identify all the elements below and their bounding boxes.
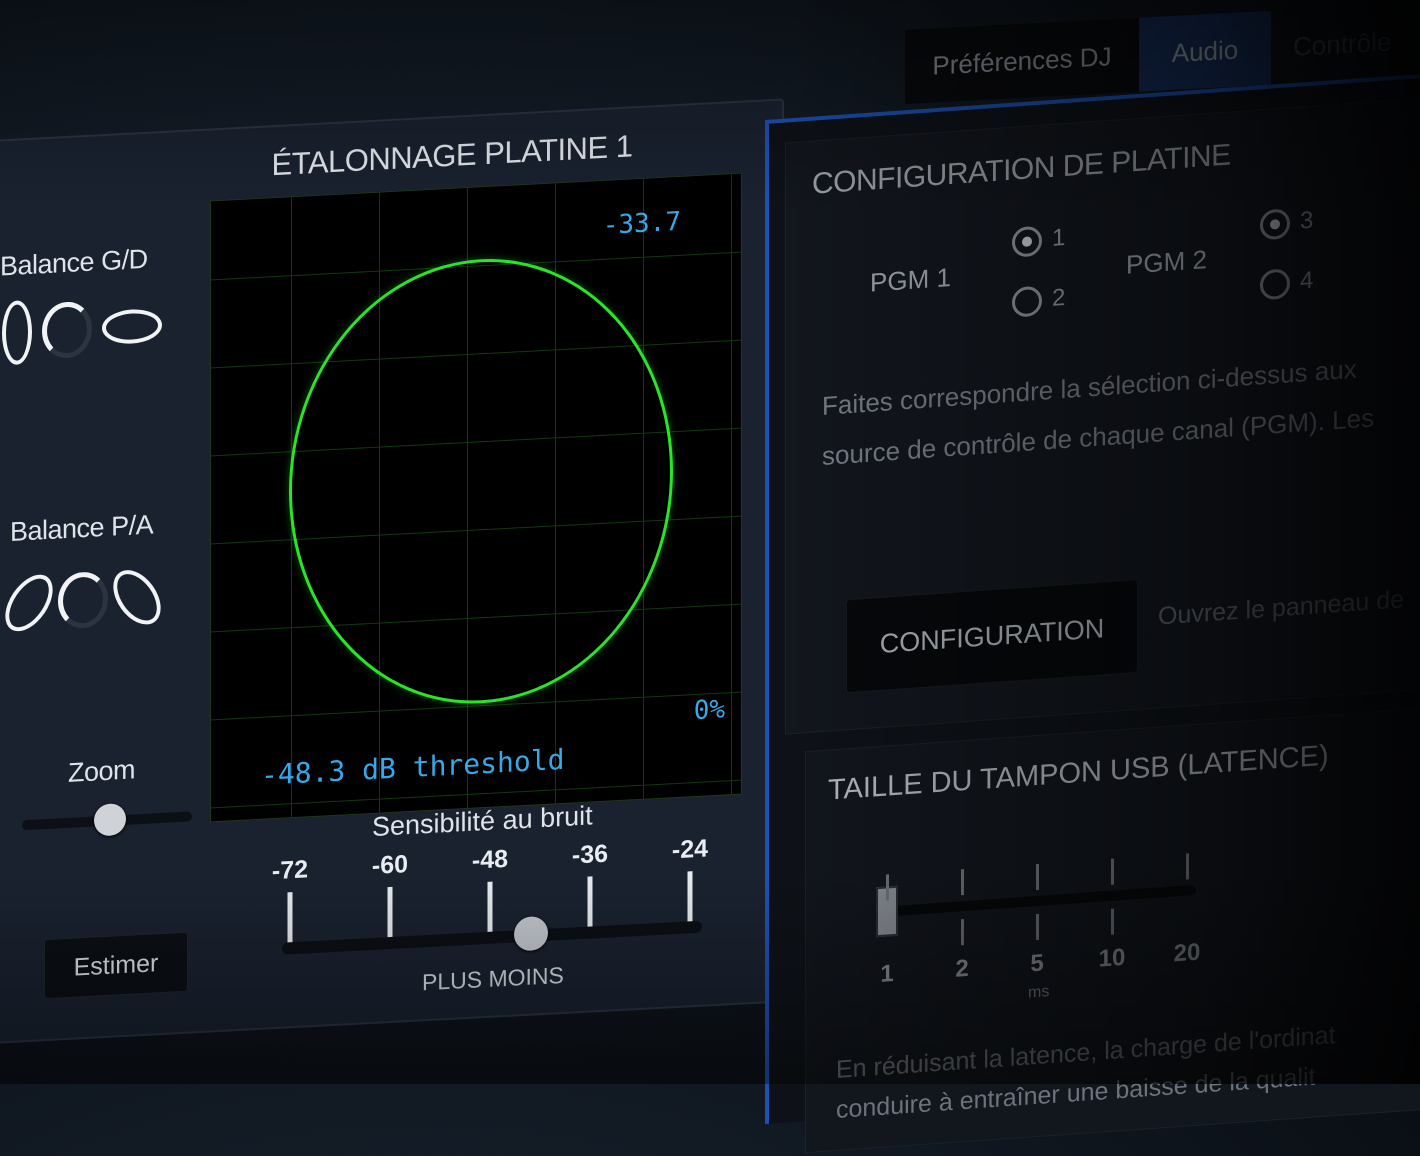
usb-tick-mark xyxy=(961,869,964,896)
scope-top-value: -33.7 xyxy=(602,206,681,241)
usb-buffer-section: TAILLE DU TAMPON USB (LATENCE) 1 2 5 10 … xyxy=(805,700,1420,1154)
noise-tick-mark xyxy=(387,886,393,942)
usb-tick-mark xyxy=(1036,913,1039,941)
pgm2-label: PGM 2 xyxy=(1126,244,1207,280)
usb-tick-mark xyxy=(1111,908,1114,935)
pgm1-radio-2[interactable] xyxy=(1012,285,1042,318)
usb-buffer-title: TAILLE DU TAMPON USB (LATENCE) xyxy=(828,739,1329,807)
usb-tick-mark xyxy=(1111,858,1114,885)
balance-lr-gauge-icon[interactable] xyxy=(42,300,92,360)
deck-config-title: CONFIGURATION DE PLATINE xyxy=(812,138,1231,201)
usb-tick-label: 10 xyxy=(1098,943,1126,973)
calibration-scope: -33.7 0% -48.3 dB threshold xyxy=(210,172,742,823)
tab-dj-preferences[interactable]: Préférences DJ xyxy=(905,17,1139,104)
balance-fb-label: Balance P/A xyxy=(10,509,154,547)
noise-sensitivity-slider[interactable]: -72 -60 -48 -36 -24 PLUS MOINS xyxy=(272,834,722,997)
noise-tick-label: -60 xyxy=(371,850,409,880)
usb-tick-mark xyxy=(886,874,889,901)
tab-audio[interactable]: Audio xyxy=(1139,10,1271,92)
balance-right-icon[interactable] xyxy=(102,307,162,346)
noise-tick-label: -36 xyxy=(571,839,609,870)
zoom-slider[interactable] xyxy=(22,802,192,837)
noise-tick-mark xyxy=(487,881,493,936)
balance-back-icon[interactable] xyxy=(103,561,171,634)
pgm1-label: PGM 1 xyxy=(870,261,951,298)
noise-tick-label: -48 xyxy=(471,844,509,875)
usb-tick-label: 2 xyxy=(955,954,969,983)
calibration-title: ÉTALONNAGE PLATINE 1 xyxy=(271,128,633,183)
configuration-hint: Ouvrez le panneau de xyxy=(1158,585,1405,631)
pgm2-radio-3[interactable] xyxy=(1260,208,1290,241)
usb-buffer-slider[interactable] xyxy=(886,884,1196,917)
usb-tick-mark xyxy=(1186,853,1189,880)
noise-tick-mark xyxy=(287,892,293,947)
usb-tick-mark xyxy=(961,919,964,946)
zoom-slider-thumb[interactable] xyxy=(94,802,126,837)
usb-tick-label: 20 xyxy=(1173,938,1201,968)
pgm2-radio-3-label: 3 xyxy=(1300,206,1314,235)
balance-lr-controls xyxy=(2,293,162,366)
estimate-button[interactable]: Estimer xyxy=(44,931,188,1000)
noise-tick-mark xyxy=(587,876,593,931)
tab-control[interactable]: Contrôle xyxy=(1271,3,1413,84)
usb-buffer-description: En réduisant la latence, la charge de l'… xyxy=(836,1005,1420,1130)
audio-preferences-panel: CONFIGURATION DE PLATINE PGM 1 1 2 PGM 2… xyxy=(765,69,1420,1154)
usb-tick-label: 1 xyxy=(880,960,894,988)
calibration-panel: ÉTALONNAGE PLATINE 1 Balance G/D Balance… xyxy=(0,98,784,1044)
scope-threshold-text: -48.3 dB threshold xyxy=(261,742,565,792)
noise-slider-footer: PLUS MOINS xyxy=(422,961,564,996)
balance-fb-controls xyxy=(0,561,171,640)
balance-lr-label: Balance G/D xyxy=(0,243,148,282)
pgm2-radio-4-label: 4 xyxy=(1300,266,1314,295)
noise-tick-label: -72 xyxy=(271,855,309,886)
usb-unit-label: ms xyxy=(1028,983,1050,1002)
usb-tick-mark xyxy=(1036,863,1039,891)
scope-signal-circle xyxy=(289,249,673,714)
noise-slider-thumb[interactable] xyxy=(514,915,548,952)
zoom-label: Zoom xyxy=(68,754,136,788)
deck-config-section: CONFIGURATION DE PLATINE PGM 1 1 2 PGM 2… xyxy=(785,92,1420,735)
noise-tick-mark xyxy=(687,871,693,926)
balance-fb-gauge-icon[interactable] xyxy=(58,570,108,630)
configuration-button[interactable]: CONFIGURATION xyxy=(846,578,1138,694)
pgm1-radio-1-label: 1 xyxy=(1052,223,1066,252)
scope-percent-value: 0% xyxy=(693,694,725,727)
balance-left-icon[interactable] xyxy=(2,299,32,366)
balance-front-icon[interactable] xyxy=(0,566,63,640)
pgm1-radio-2-label: 2 xyxy=(1052,283,1066,312)
usb-tick-label: 5 xyxy=(1030,949,1044,978)
pgm1-radio-1[interactable] xyxy=(1012,225,1042,258)
deck-config-description: Faites correspondre la sélection ci-dess… xyxy=(822,338,1420,481)
noise-tick-label: -24 xyxy=(671,834,709,865)
pgm2-radio-4[interactable] xyxy=(1260,268,1290,301)
